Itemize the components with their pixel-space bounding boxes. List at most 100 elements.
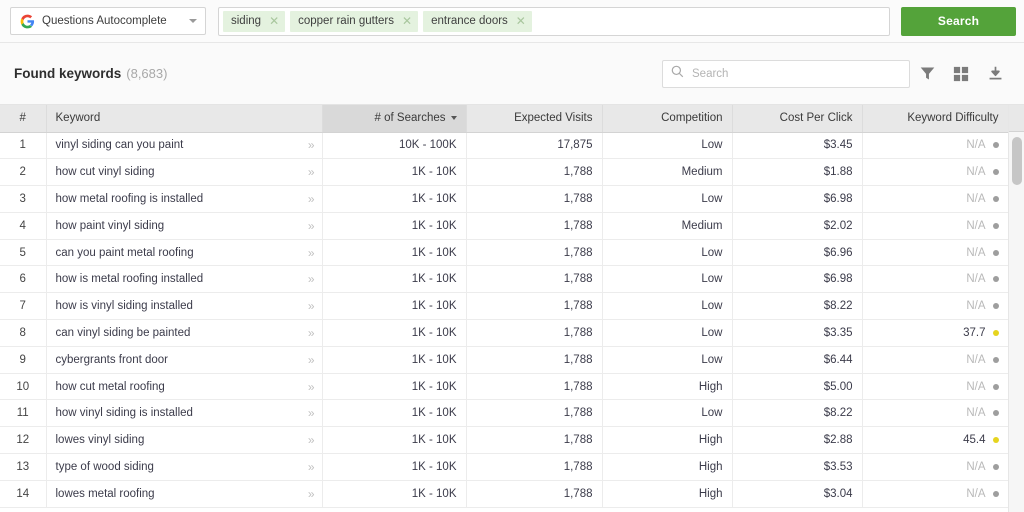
search-input[interactable] xyxy=(692,67,901,80)
row-expected-visits: 1,788 xyxy=(466,185,603,213)
row-keyword-difficulty-value: N/A xyxy=(966,380,986,393)
chevron-right-double-icon[interactable]: » xyxy=(308,192,315,206)
scrollbar-thumb[interactable] xyxy=(1012,137,1022,185)
row-keyword[interactable]: how cut vinyl siding » xyxy=(46,158,323,187)
row-keyword[interactable]: vinyl siding can you paint » xyxy=(46,132,323,160)
table-scrollbar[interactable] xyxy=(1008,105,1024,512)
row-competition: Low xyxy=(602,346,733,374)
row-keyword-difficulty: N/A xyxy=(862,346,1009,374)
row-keyword-difficulty: N/A xyxy=(862,292,1009,321)
column-header-keyword-difficulty[interactable]: Keyword Difficulty xyxy=(862,105,1009,133)
row-expected-visits: 1,788 xyxy=(466,426,603,455)
table-header-row: # Keyword # of Searches Expected Visits … xyxy=(0,105,1009,133)
table-row[interactable]: 2 how cut vinyl siding » 1K - 10K 1,788 Mediu… xyxy=(0,158,1009,187)
row-keyword-difficulty: 37.7 xyxy=(862,319,1009,347)
keyword-tag[interactable]: copper rain gutters ✕ xyxy=(290,10,419,32)
row-index: 12 xyxy=(0,426,47,455)
table-row[interactable]: 4 how paint vinyl siding » 1K - 10K 1,788 Med… xyxy=(0,212,1009,240)
keyword-tag[interactable]: siding ✕ xyxy=(223,10,286,32)
keyword-tags-input[interactable]: siding ✕ copper rain gutters ✕ entrance … xyxy=(218,6,890,36)
column-header-competition[interactable]: Competition xyxy=(602,105,733,133)
row-index: 5 xyxy=(0,239,47,267)
chevron-right-double-icon[interactable]: » xyxy=(308,165,315,179)
row-expected-visits: 1,788 xyxy=(466,373,603,401)
chevron-right-double-icon[interactable]: » xyxy=(308,219,315,233)
table-row[interactable]: 10 how cut metal roofing » 1K - 10K 1,788 Hig… xyxy=(0,373,1009,401)
chevron-right-double-icon[interactable]: » xyxy=(308,380,315,394)
filter-icon[interactable] xyxy=(910,59,944,89)
chevron-right-double-icon[interactable]: » xyxy=(308,433,315,447)
table-row[interactable]: 13 type of wood siding » 1K - 10K 1,788 High $… xyxy=(0,453,1009,481)
row-searches: 1K - 10K xyxy=(322,399,467,428)
chevron-right-double-icon[interactable]: » xyxy=(308,487,315,501)
chevron-right-double-icon[interactable]: » xyxy=(308,138,315,152)
difficulty-dot-icon xyxy=(992,463,999,470)
column-header-keyword[interactable]: Keyword xyxy=(46,105,323,133)
table-row[interactable]: 12 lowes vinyl siding » 1K - 10K 1,788 High $2… xyxy=(0,426,1009,455)
keywords-table: # Keyword # of Searches Expected Visits … xyxy=(0,105,1009,508)
row-keyword[interactable]: how vinyl siding is installed » xyxy=(46,399,323,428)
row-cost-per-click: $5.00 xyxy=(732,373,863,401)
table-row[interactable]: 8 can vinyl siding be painted » 1K - 10K 1,7… xyxy=(0,319,1009,347)
table-search-box[interactable] xyxy=(662,59,910,88)
row-keyword-difficulty: N/A xyxy=(862,239,1009,267)
row-searches: 1K - 10K xyxy=(322,212,467,240)
row-competition: Medium xyxy=(602,158,733,187)
table-row[interactable]: 5 can you paint metal roofing » 1K - 10K 1,7… xyxy=(0,239,1009,267)
row-keyword[interactable]: how is vinyl siding installed » xyxy=(46,292,323,321)
row-expected-visits: 1,788 xyxy=(466,346,603,374)
table-body: 1 vinyl siding can you paint » 10K - 100K 17… xyxy=(0,132,1009,508)
chevron-right-double-icon[interactable]: » xyxy=(308,246,315,260)
row-competition: High xyxy=(602,426,733,455)
row-cost-per-click: $6.44 xyxy=(732,346,863,374)
download-icon[interactable] xyxy=(978,59,1012,89)
chevron-right-double-icon[interactable]: » xyxy=(308,353,315,367)
row-searches: 1K - 10K xyxy=(322,319,467,347)
table-row[interactable]: 7 how is vinyl siding installed » 1K - 10K 1… xyxy=(0,292,1009,321)
column-header-searches[interactable]: # of Searches xyxy=(322,105,467,133)
row-searches: 1K - 10K xyxy=(322,292,467,321)
row-cost-per-click: $8.22 xyxy=(732,399,863,428)
chevron-right-double-icon[interactable]: » xyxy=(308,272,315,286)
row-keyword[interactable]: how paint vinyl siding » xyxy=(46,212,323,240)
search-engine-selector[interactable]: Questions Autocomplete xyxy=(10,7,206,35)
close-icon[interactable]: ✕ xyxy=(402,15,412,27)
table-row[interactable]: 1 vinyl siding can you paint » 10K - 100K 17… xyxy=(0,132,1009,160)
row-keyword[interactable]: cybergrants front door » xyxy=(46,346,323,374)
row-keyword[interactable]: lowes metal roofing » xyxy=(46,480,323,508)
row-cost-per-click: $6.96 xyxy=(732,239,863,267)
row-keyword[interactable]: can vinyl siding be painted » xyxy=(46,319,323,347)
difficulty-dot-icon xyxy=(992,329,999,336)
table-row[interactable]: 6 how is metal roofing installed » 1K - 10K… xyxy=(0,265,1009,294)
chevron-right-double-icon[interactable]: » xyxy=(308,299,315,313)
column-header-expected-visits[interactable]: Expected Visits xyxy=(466,105,603,133)
chevron-right-double-icon[interactable]: » xyxy=(308,326,315,340)
row-searches: 1K - 10K xyxy=(322,480,467,508)
keyword-tag[interactable]: entrance doors ✕ xyxy=(423,10,532,32)
column-header-index[interactable]: # xyxy=(0,105,47,133)
row-keyword[interactable]: type of wood siding » xyxy=(46,453,323,481)
chevron-right-double-icon[interactable]: » xyxy=(308,406,315,420)
row-keyword[interactable]: how metal roofing is installed » xyxy=(46,185,323,213)
table-row[interactable]: 14 lowes metal roofing » 1K - 10K 1,788 High $… xyxy=(0,480,1009,508)
search-button[interactable]: Search xyxy=(901,6,1016,36)
row-competition: Low xyxy=(602,292,733,321)
table-row[interactable]: 3 how metal roofing is installed » 1K - 10K… xyxy=(0,185,1009,213)
chevron-right-double-icon[interactable]: » xyxy=(308,460,315,474)
row-keyword-difficulty-value: N/A xyxy=(966,166,986,179)
table-row[interactable]: 11 how vinyl siding is installed » 1K - 10K… xyxy=(0,399,1009,428)
column-header-cost-per-click[interactable]: Cost Per Click xyxy=(732,105,863,133)
scrollbar-header-gap xyxy=(1009,105,1024,132)
row-keyword[interactable]: can you paint metal roofing » xyxy=(46,239,323,267)
row-keyword[interactable]: lowes vinyl siding » xyxy=(46,426,323,455)
row-keyword-label: cybergrants front door xyxy=(55,353,169,366)
table-row[interactable]: 9 cybergrants front door » 1K - 10K 1,788 Low… xyxy=(0,346,1009,374)
row-cost-per-click: $6.98 xyxy=(732,185,863,213)
close-icon[interactable]: ✕ xyxy=(269,15,279,27)
close-icon[interactable]: ✕ xyxy=(516,15,526,27)
row-keyword-label: how paint vinyl siding xyxy=(55,219,165,232)
row-keyword[interactable]: how is metal roofing installed » xyxy=(46,265,323,294)
grid-columns-icon[interactable] xyxy=(944,59,978,89)
row-keyword-difficulty: 45.4 xyxy=(862,426,1009,455)
row-keyword[interactable]: how cut metal roofing » xyxy=(46,373,323,401)
